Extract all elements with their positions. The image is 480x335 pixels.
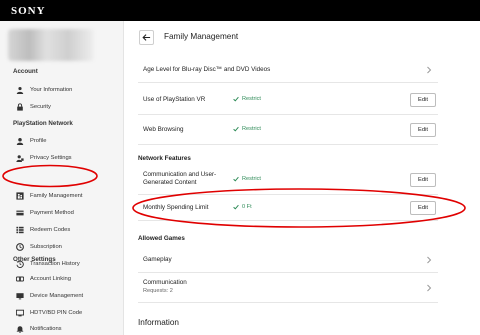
sidebar-item-label: Account Linking	[30, 276, 71, 282]
row-monthly-spending-limit: Monthly Spending Limit 0 Ft Edit	[138, 195, 438, 221]
row-label: Communication and User-Generated Content	[143, 171, 217, 186]
row-label: Monthly Spending Limit	[143, 204, 209, 211]
check-icon	[233, 126, 239, 132]
sidebar-item-notifications[interactable]: Notifications	[15, 322, 119, 335]
profile-icon	[15, 136, 25, 146]
row-communication-ugc: Communication and User-Generated Content…	[138, 165, 438, 195]
chevron-right-icon	[427, 256, 432, 264]
sidebar-item-label: HDTV/BD PIN Code	[30, 310, 83, 316]
sidebar-item-profile[interactable]: Profile	[15, 134, 119, 148]
row-sublabel: Requests: 2	[143, 288, 173, 294]
sidebar-item-label: Subscription	[30, 244, 62, 250]
link-icon	[15, 274, 25, 284]
row-label: Use of PlayStation VR	[143, 96, 206, 103]
edit-button[interactable]: Edit	[410, 123, 436, 137]
lock-icon	[15, 102, 25, 112]
row-label: Age Level for Blu-ray Disc™ and DVD Vide…	[143, 66, 271, 73]
status-text: Restrict	[233, 96, 261, 102]
status-text: Restrict	[233, 126, 261, 132]
sidebar-item-label: Redeem Codes	[30, 227, 71, 233]
back-button[interactable]	[139, 30, 154, 45]
status-value: Restrict	[242, 176, 261, 182]
edit-button[interactable]: Edit	[410, 93, 436, 107]
sidebar-section-psn: PlayStation Network	[13, 120, 73, 127]
page-title: Family Management	[164, 32, 239, 41]
bell-icon	[15, 324, 25, 334]
code-icon	[15, 225, 25, 235]
status-value: Restrict	[242, 96, 261, 102]
sidebar-item-payment-method[interactable]: Payment Method	[15, 206, 119, 220]
privacy-icon	[15, 153, 25, 163]
sidebar: Account Your Information Security PlaySt…	[0, 21, 124, 335]
row-age-level[interactable]: Age Level for Blu-ray Disc™ and DVD Vide…	[138, 57, 438, 83]
sidebar-item-label: Your Information	[30, 87, 73, 93]
sidebar-item-label: Security	[30, 104, 51, 110]
sidebar-item-privacy-settings[interactable]: Privacy Settings	[15, 151, 119, 165]
section-title-network-features: Network Features	[138, 155, 191, 162]
status-text: Restrict	[233, 176, 261, 182]
card-icon	[15, 208, 25, 218]
sidebar-item-hdtv-bd-pin-code[interactable]: HDTV/BD PIN Code	[15, 306, 119, 320]
row-gameplay[interactable]: Gameplay	[138, 247, 438, 273]
main-content: Family Management Age Level for Blu-ray …	[124, 21, 480, 335]
section-title-information: Information	[138, 318, 179, 327]
sidebar-item-family-management[interactable]: Family Management	[15, 189, 119, 203]
device-icon	[15, 291, 25, 301]
sidebar-item-label: Notifications	[30, 326, 62, 332]
sidebar-section-other-settings: Other Settings	[13, 256, 56, 263]
sidebar-item-redeem-codes[interactable]: Redeem Codes	[15, 223, 119, 237]
section-title-allowed-games: Allowed Games	[138, 235, 185, 242]
sidebar-item-device-management[interactable]: Device Management	[15, 289, 119, 303]
avatar	[8, 29, 94, 61]
check-icon	[233, 176, 239, 182]
tv-icon	[15, 308, 25, 318]
check-icon	[233, 96, 239, 102]
row-playstation-vr: Use of PlayStation VR Restrict Edit	[138, 85, 438, 115]
chevron-right-icon	[427, 66, 432, 74]
family-icon	[15, 191, 25, 201]
edit-button[interactable]: Edit	[410, 201, 436, 215]
subscription-icon	[15, 242, 25, 252]
sidebar-item-your-information[interactable]: Your Information	[15, 83, 119, 97]
user-icon	[15, 85, 25, 95]
sidebar-item-label: Privacy Settings	[30, 155, 72, 161]
row-label: Gameplay	[143, 256, 172, 263]
row-communication[interactable]: Communication Requests: 2	[138, 273, 438, 303]
chevron-right-icon	[427, 284, 432, 292]
row-label: Web Browsing	[143, 126, 184, 133]
status-text: 0 Ft	[233, 204, 252, 210]
top-bar: SONY	[0, 0, 480, 21]
arrow-left-icon	[142, 34, 151, 41]
sidebar-section-account: Account	[13, 68, 38, 75]
row-label: Communication	[143, 279, 187, 286]
sidebar-item-label: Device Management	[30, 293, 84, 299]
edit-button[interactable]: Edit	[410, 173, 436, 187]
check-icon	[233, 204, 239, 210]
row-web-browsing: Web Browsing Restrict Edit	[138, 115, 438, 145]
status-value: 0 Ft	[242, 204, 252, 210]
sidebar-item-label: Profile	[30, 138, 47, 144]
sidebar-item-subscription[interactable]: Subscription	[15, 240, 119, 254]
sidebar-item-account-linking[interactable]: Account Linking	[15, 272, 119, 286]
status-value: Restrict	[242, 126, 261, 132]
sidebar-item-label: Family Management	[30, 193, 83, 199]
sidebar-item-security[interactable]: Security	[15, 100, 119, 114]
sidebar-item-label: Payment Method	[30, 210, 74, 216]
sony-logo[interactable]: SONY	[11, 5, 46, 17]
